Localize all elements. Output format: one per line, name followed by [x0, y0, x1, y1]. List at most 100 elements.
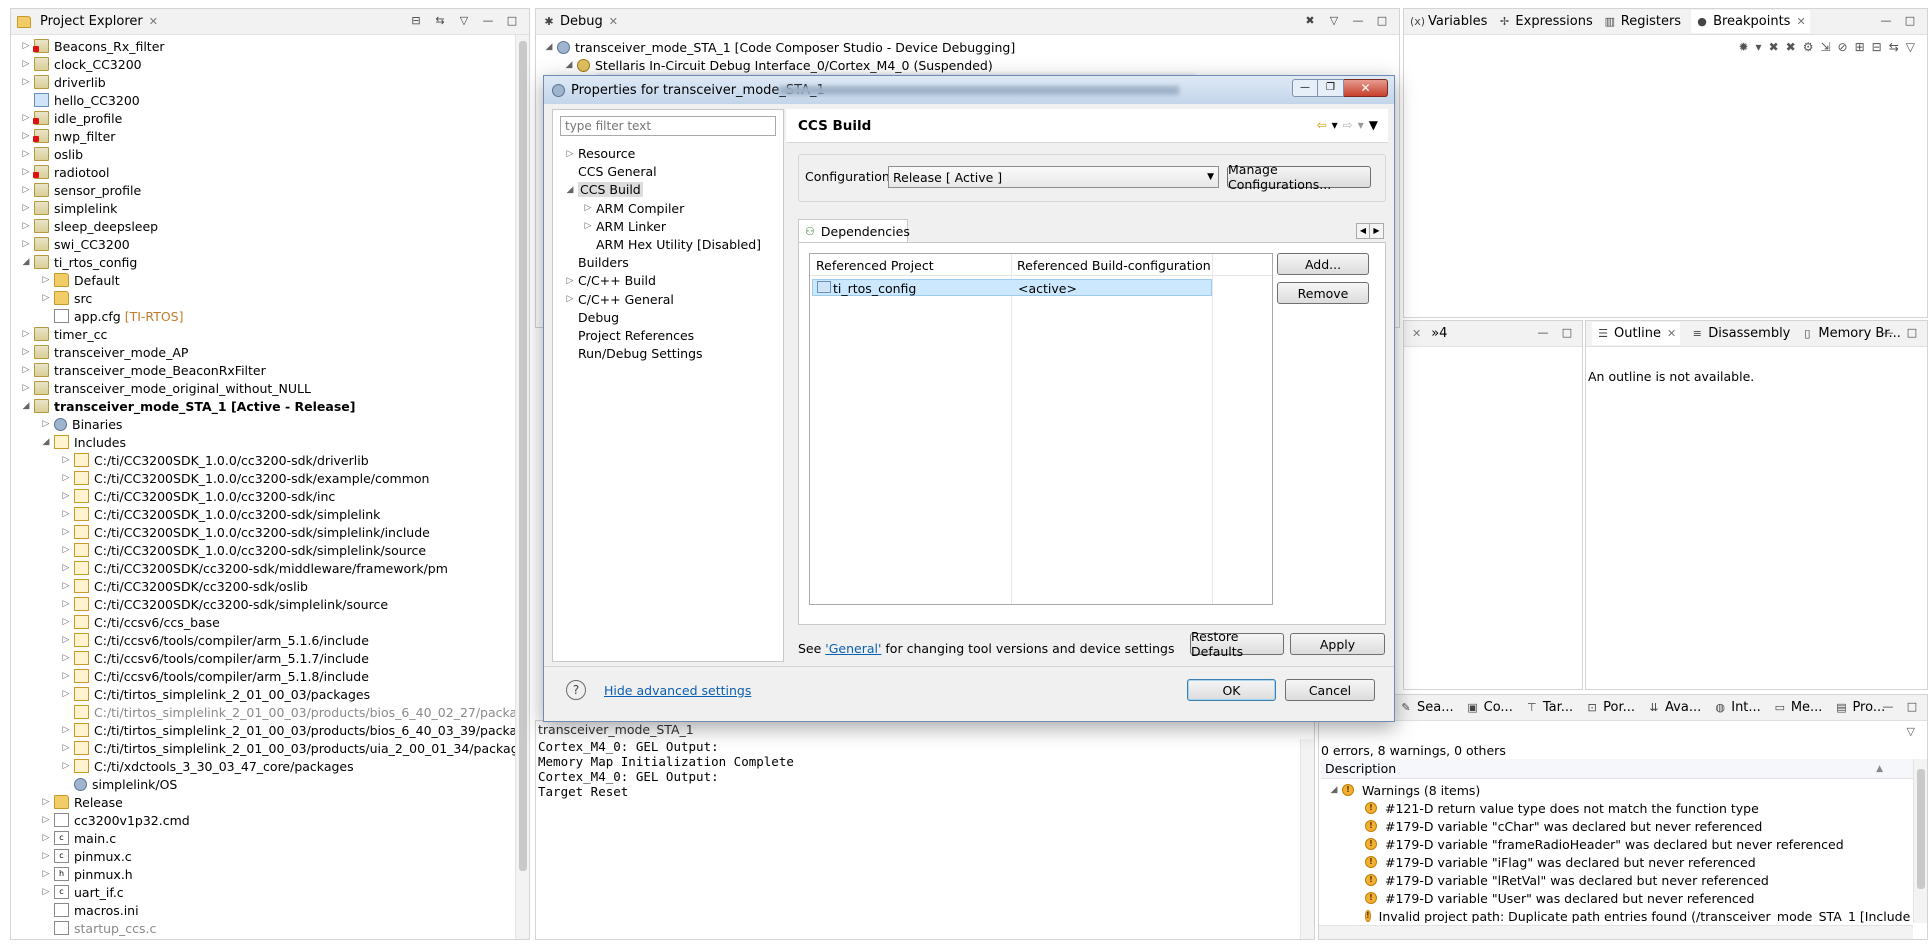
twisty-closed-icon[interactable]: ▷ [21, 149, 31, 159]
twisty-closed-icon[interactable]: ▷ [21, 383, 31, 393]
expand-all-icon[interactable]: ⊞ [1855, 40, 1865, 54]
twisty-closed-icon[interactable]: ▷ [61, 473, 71, 483]
view-menu-icon[interactable]: ▽ [1327, 14, 1341, 28]
twisty-closed-icon[interactable]: ▷ [61, 509, 71, 519]
maximize-icon[interactable]: □ [505, 14, 519, 28]
debug-session-row[interactable]: ◢ transceiver_mode_STA_1 [Code Composer … [544, 38, 1016, 56]
tree-item[interactable]: ▷ C:/ti/CC3200SDK/cc3200-sdk/oslib [61, 577, 308, 595]
back-arrow-icon[interactable]: ⇦ [1317, 118, 1327, 132]
view-menu-icon[interactable]: ▽ [457, 14, 471, 28]
tree-item[interactable]: ◢ transceiver_mode_STA_1 [Active - Releas… [21, 397, 356, 415]
tree-item[interactable]: ▷ sleep_deepsleep [21, 217, 159, 235]
console-scrollbar[interactable] [1300, 739, 1314, 939]
tree-item[interactable]: ▷ Default [41, 271, 120, 289]
tree-item[interactable]: ▷ C:/ti/CC3200SDK_1.0.0/cc3200-sdk/driver… [61, 451, 369, 469]
twisty-closed-icon[interactable]: ▷ [61, 527, 71, 537]
tree-item[interactable]: ▷ cc3200v1p32.cmd [41, 811, 190, 829]
tree-item[interactable]: ▷ h pinmux.h [41, 865, 133, 883]
view-menu-icon[interactable]: ▽ [1906, 40, 1915, 54]
twisty-closed-icon[interactable]: ▷ [61, 563, 71, 573]
tab-hidden[interactable]: ✕ [1410, 327, 1421, 340]
minimize-icon[interactable]: — [1881, 700, 1895, 714]
tree-item[interactable]: ▷ C:/ti/ccsv6/tools/compiler/arm_5.1.8/in… [61, 667, 369, 685]
nav-item[interactable]: Project References [565, 328, 694, 343]
remove-terminated-icon[interactable]: ✖ [1303, 14, 1317, 28]
nav-item[interactable]: ◢ CCS Build [565, 182, 643, 198]
tab-overflow[interactable]: »4 [1431, 326, 1447, 341]
dependencies-tab[interactable]: ⚇ Dependencies [798, 219, 910, 243]
problems-tab[interactable]: ⊡ Por... [1585, 700, 1636, 715]
problems-view-menu-icon[interactable]: ▽ [1907, 725, 1915, 738]
link-icon[interactable]: ⇆ [1889, 40, 1899, 54]
twisty-open-icon[interactable]: ◢ [565, 185, 575, 195]
tree-item[interactable]: ▷ C:/ti/ccsv6/tools/compiler/arm_5.1.6/in… [61, 631, 369, 649]
restore-window-icon[interactable]: ❐ [1318, 79, 1344, 97]
nav-item[interactable]: ▷ C/C++ Build [565, 273, 656, 288]
close-icon[interactable]: ✕ [1796, 15, 1805, 28]
twisty-closed-icon[interactable]: ▷ [21, 77, 31, 87]
debug-target-row[interactable]: ◢ Stellaris In-Circuit Debug Interface_0… [564, 56, 993, 74]
tree-item[interactable]: C:/ti/tirtos_simplelink_2_01_00_03/produ… [61, 703, 515, 721]
tree-item[interactable]: ▷ c uart_if.c [41, 883, 124, 901]
table-row[interactable]: ti_rtos_config <active> [812, 279, 1212, 296]
tree-item[interactable]: ◢ Includes [41, 433, 126, 451]
twisty-closed-icon[interactable]: ▷ [61, 617, 71, 627]
close-icon[interactable]: ✕ [1412, 327, 1421, 340]
ok-button[interactable]: OK [1187, 679, 1276, 701]
problems-scrollbar[interactable] [1913, 759, 1927, 923]
tab-expressions[interactable]: ✢ Expressions [1497, 14, 1593, 29]
tree-item[interactable]: ▷ transceiver_mode_original_without_NULL [21, 379, 311, 397]
twisty-closed-icon[interactable]: ▷ [21, 41, 31, 51]
tab-disassembly[interactable]: ≡ Disassembly [1690, 326, 1791, 341]
filter-input[interactable] [560, 116, 776, 136]
twisty-open-icon[interactable]: ◢ [21, 401, 31, 411]
tree-item[interactable]: hello_CC3200 [21, 91, 140, 109]
twisty-closed-icon[interactable]: ▷ [41, 275, 51, 285]
tree-item[interactable]: ▷ C:/ti/CC3200SDK_1.0.0/cc3200-sdk/simple… [61, 523, 430, 541]
tree-item[interactable]: ▷ idle_profile [21, 109, 123, 127]
problems-hscrollbar[interactable] [1319, 925, 1913, 939]
twisty-closed-icon[interactable]: ▷ [565, 149, 575, 159]
problems-tab[interactable]: ⊤ Tar... [1525, 700, 1573, 715]
twisty-closed-icon[interactable]: ▷ [21, 221, 31, 231]
close-icon[interactable]: ✕ [149, 15, 158, 28]
nav-item[interactable]: Builders [565, 255, 629, 270]
minimize-icon[interactable]: — [1536, 326, 1550, 340]
tree-item[interactable]: ▷ Release [41, 793, 123, 811]
project-tree-scrollbar[interactable] [515, 35, 529, 939]
twisty-open-icon[interactable]: ◢ [41, 437, 51, 447]
twisty-closed-icon[interactable]: ▷ [41, 419, 51, 429]
warning-row[interactable]: ! #179-D variable "cChar" was declared bu… [1321, 817, 1913, 835]
restore-defaults-button[interactable]: Restore Defaults [1190, 629, 1284, 659]
remove-breakpoint-icon[interactable]: ✖ [1769, 40, 1779, 54]
general-link[interactable]: 'General' [825, 641, 881, 656]
tree-item[interactable]: ▷ src [41, 289, 93, 307]
maximize-icon[interactable]: □ [1560, 326, 1574, 340]
tab-breakpoints[interactable]: ● Breakpoints ✕ [1691, 10, 1810, 33]
tree-item[interactable]: ▷ driverlib [21, 73, 106, 91]
tab-outline[interactable]: ☰ Outline ✕ [1592, 322, 1681, 345]
twisty-closed-icon[interactable]: ▷ [61, 581, 71, 591]
tree-item[interactable]: ▷ C:/ti/tirtos_simplelink_2_01_00_03/prod… [61, 739, 515, 757]
minimize-icon[interactable]: — [1351, 14, 1365, 28]
twisty-closed-icon[interactable]: ▷ [61, 653, 71, 663]
go-to-file-icon[interactable]: ⇲ [1820, 40, 1830, 54]
remove-all-breakpoints-icon[interactable]: ✖ [1786, 40, 1796, 54]
tree-item[interactable]: simplelink/OS [61, 775, 177, 793]
scroll-thumb[interactable] [1917, 769, 1925, 889]
maximize-icon[interactable]: □ [1905, 326, 1919, 340]
tree-item[interactable]: ▷ C:/ti/ccsv6/ccs_base [61, 613, 220, 631]
tree-item[interactable]: ▷ C:/ti/CC3200SDK_1.0.0/cc3200-sdk/simple… [61, 541, 427, 559]
tree-item[interactable]: app.cfg [TI-RTOS] [41, 307, 184, 325]
nav-item[interactable]: ▷ Resource [565, 146, 636, 161]
close-window-icon[interactable]: ✕ [1344, 79, 1388, 97]
tree-item[interactable]: ▷ C:/ti/CC3200SDK/cc3200-sdk/simplelink/s… [61, 595, 389, 613]
nav-item[interactable]: Run/Debug Settings [565, 346, 703, 361]
tree-item[interactable]: ▷ c main.c [41, 829, 117, 847]
twisty-open-icon[interactable]: ◢ [564, 60, 574, 70]
view-menu-icon[interactable]: ▼ [1369, 118, 1378, 132]
twisty-closed-icon[interactable]: ▷ [21, 113, 31, 123]
twisty-closed-icon[interactable]: ▷ [21, 329, 31, 339]
hide-advanced-link[interactable]: Hide advanced settings [604, 683, 751, 698]
dropdown-arrow-icon[interactable]: ▾ [1756, 40, 1762, 54]
